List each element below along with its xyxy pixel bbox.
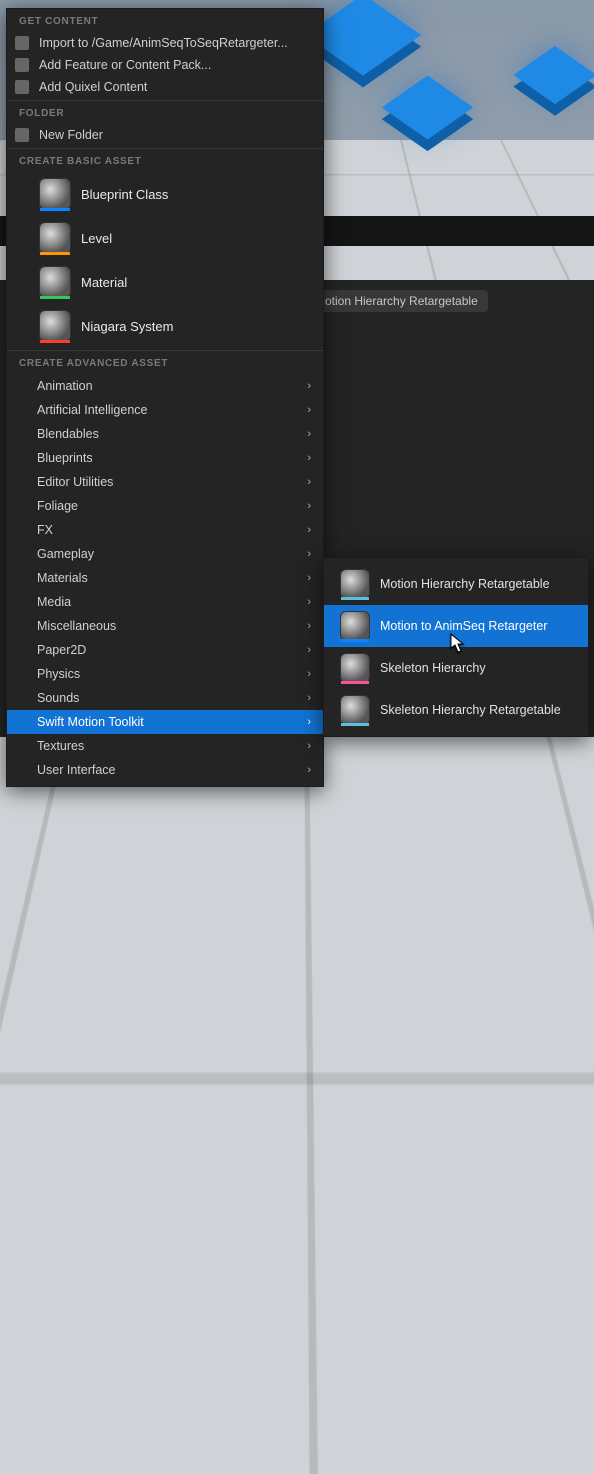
- chevron-right-icon: ›: [307, 716, 311, 728]
- adv-item-label: Textures: [37, 739, 84, 753]
- menu-item-label: Import to /Game/AnimSeqToSeqRetargeter..…: [39, 36, 288, 50]
- swift-motion-submenu: Motion Hierarchy Retargetable Motion to …: [323, 557, 589, 737]
- adv-item-label: Animation: [37, 379, 93, 393]
- adv-item-label: Editor Utilities: [37, 475, 113, 489]
- section-header-folder: FOLDER: [7, 101, 323, 124]
- chevron-right-icon: ›: [307, 668, 311, 680]
- adv-item-label: Materials: [37, 571, 88, 585]
- chevron-right-icon: ›: [307, 692, 311, 704]
- chevron-right-icon: ›: [307, 524, 311, 536]
- chevron-right-icon: ›: [307, 476, 311, 488]
- menu-item-label: New Folder: [39, 128, 103, 142]
- adv-item-materials[interactable]: Materials ›: [7, 566, 323, 590]
- niagara-icon: [39, 310, 71, 342]
- asset-item-blueprint-class[interactable]: Blueprint Class: [7, 172, 323, 216]
- sub-item-skeleton-hierarchy[interactable]: Skeleton Hierarchy: [324, 647, 588, 689]
- menu-item-add-quixel[interactable]: Add Quixel Content: [7, 76, 323, 98]
- asset-item-label: Blueprint Class: [81, 187, 168, 202]
- adv-item-label: Artificial Intelligence: [37, 403, 147, 417]
- chevron-right-icon: ›: [307, 620, 311, 632]
- adv-item-media[interactable]: Media ›: [7, 590, 323, 614]
- adv-item-label: Foliage: [37, 499, 78, 513]
- sub-item-motion-hierarchy-retargetable[interactable]: Motion Hierarchy Retargetable: [324, 563, 588, 605]
- adv-item-swift-motion-toolkit[interactable]: Swift Motion Toolkit ›: [7, 710, 323, 734]
- adv-item-textures[interactable]: Textures ›: [7, 734, 323, 758]
- chevron-right-icon: ›: [307, 596, 311, 608]
- menu-item-label: Add Quixel Content: [39, 80, 147, 94]
- advanced-asset-list: Animation › Artificial Intelligence › Blen…: [7, 374, 323, 782]
- menu-item-import[interactable]: Import to /Game/AnimSeqToSeqRetargeter..…: [7, 32, 323, 54]
- asset-item-level[interactable]: Level: [7, 216, 323, 260]
- adv-item-paper2d[interactable]: Paper2D ›: [7, 638, 323, 662]
- menu-item-label: Add Feature or Content Pack...: [39, 58, 211, 72]
- adv-item-label: Gameplay: [37, 547, 94, 561]
- sub-item-label: Skeleton Hierarchy Retargetable: [380, 703, 561, 717]
- folder-icon: [15, 128, 29, 142]
- sub-item-motion-to-animseq-retargeter[interactable]: Motion to AnimSeq Retargeter: [324, 605, 588, 647]
- adv-item-label: Swift Motion Toolkit: [37, 715, 144, 729]
- asset-item-label: Level: [81, 231, 112, 246]
- chevron-right-icon: ›: [307, 548, 311, 560]
- chevron-right-icon: ›: [307, 380, 311, 392]
- adv-item-physics[interactable]: Physics ›: [7, 662, 323, 686]
- chevron-right-icon: ›: [307, 572, 311, 584]
- section-header-get-content: GET CONTENT: [7, 9, 323, 32]
- import-icon: [15, 36, 29, 50]
- adv-item-fx[interactable]: FX ›: [7, 518, 323, 542]
- sub-item-skeleton-hierarchy-retargetable[interactable]: Skeleton Hierarchy Retargetable: [324, 689, 588, 731]
- adv-item-gameplay[interactable]: Gameplay ›: [7, 542, 323, 566]
- data-asset-icon: [340, 695, 370, 725]
- adv-item-label: Sounds: [37, 691, 79, 705]
- adv-item-blendables[interactable]: Blendables ›: [7, 422, 323, 446]
- chevron-right-icon: ›: [307, 404, 311, 416]
- chevron-right-icon: ›: [307, 740, 311, 752]
- adv-item-label: User Interface: [37, 763, 116, 777]
- blueprint-class-icon: [39, 178, 71, 210]
- asset-item-material[interactable]: Material: [7, 260, 323, 304]
- asset-item-label: Niagara System: [81, 319, 173, 334]
- adv-item-user-interface[interactable]: User Interface ›: [7, 758, 323, 782]
- sub-item-label: Motion Hierarchy Retargetable: [380, 577, 550, 591]
- sub-item-label: Skeleton Hierarchy: [380, 661, 486, 675]
- asset-item-niagara-system[interactable]: Niagara System: [7, 304, 323, 348]
- adv-item-label: Physics: [37, 667, 80, 681]
- sub-item-label: Motion to AnimSeq Retargeter: [380, 619, 547, 633]
- section-header-create-advanced: CREATE ADVANCED ASSET: [7, 351, 323, 374]
- material-icon: [39, 266, 71, 298]
- adv-item-blueprints[interactable]: Blueprints ›: [7, 446, 323, 470]
- pack-icon: [15, 58, 29, 72]
- chevron-right-icon: ›: [307, 764, 311, 776]
- adv-item-label: Blueprints: [37, 451, 93, 465]
- data-asset-icon: [340, 653, 370, 683]
- data-asset-icon: [340, 569, 370, 599]
- section-header-create-basic: CREATE BASIC ASSET: [7, 149, 323, 172]
- adv-item-foliage[interactable]: Foliage ›: [7, 494, 323, 518]
- menu-item-add-feature-pack[interactable]: Add Feature or Content Pack...: [7, 54, 323, 76]
- adv-item-label: Media: [37, 595, 71, 609]
- adv-item-label: FX: [37, 523, 53, 537]
- adv-item-artificial-intelligence[interactable]: Artificial Intelligence ›: [7, 398, 323, 422]
- chevron-right-icon: ›: [307, 428, 311, 440]
- data-asset-icon: [340, 611, 370, 641]
- menu-item-new-folder[interactable]: New Folder: [7, 124, 323, 146]
- context-menu: GET CONTENT Import to /Game/AnimSeqToSeq…: [6, 8, 324, 787]
- adv-item-miscellaneous[interactable]: Miscellaneous ›: [7, 614, 323, 638]
- adv-item-label: Miscellaneous: [37, 619, 116, 633]
- adv-item-sounds[interactable]: Sounds ›: [7, 686, 323, 710]
- chevron-right-icon: ›: [307, 644, 311, 656]
- chevron-right-icon: ›: [307, 500, 311, 512]
- quixel-icon: [15, 80, 29, 94]
- chevron-right-icon: ›: [307, 452, 311, 464]
- asset-type-pill: Motion Hierarchy Retargetable: [305, 290, 488, 312]
- asset-item-label: Material: [81, 275, 127, 290]
- level-icon: [39, 222, 71, 254]
- adv-item-animation[interactable]: Animation ›: [7, 374, 323, 398]
- adv-item-editor-utilities[interactable]: Editor Utilities ›: [7, 470, 323, 494]
- adv-item-label: Blendables: [37, 427, 99, 441]
- adv-item-label: Paper2D: [37, 643, 86, 657]
